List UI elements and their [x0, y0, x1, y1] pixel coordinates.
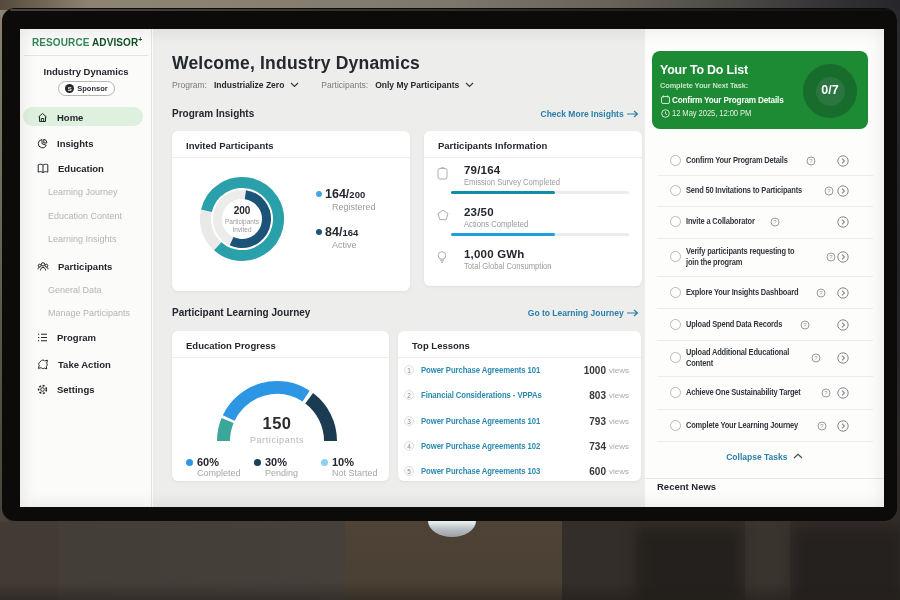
svg-text:?: ?: [814, 355, 818, 361]
svg-text:?: ?: [820, 423, 824, 429]
svg-text:?: ?: [827, 188, 831, 194]
svg-text:?: ?: [819, 290, 823, 296]
svg-text:?: ?: [829, 254, 833, 260]
svg-text:?: ?: [824, 390, 828, 396]
svg-text:?: ?: [773, 219, 777, 225]
svg-text:?: ?: [803, 322, 807, 328]
svg-text:?: ?: [809, 158, 813, 164]
